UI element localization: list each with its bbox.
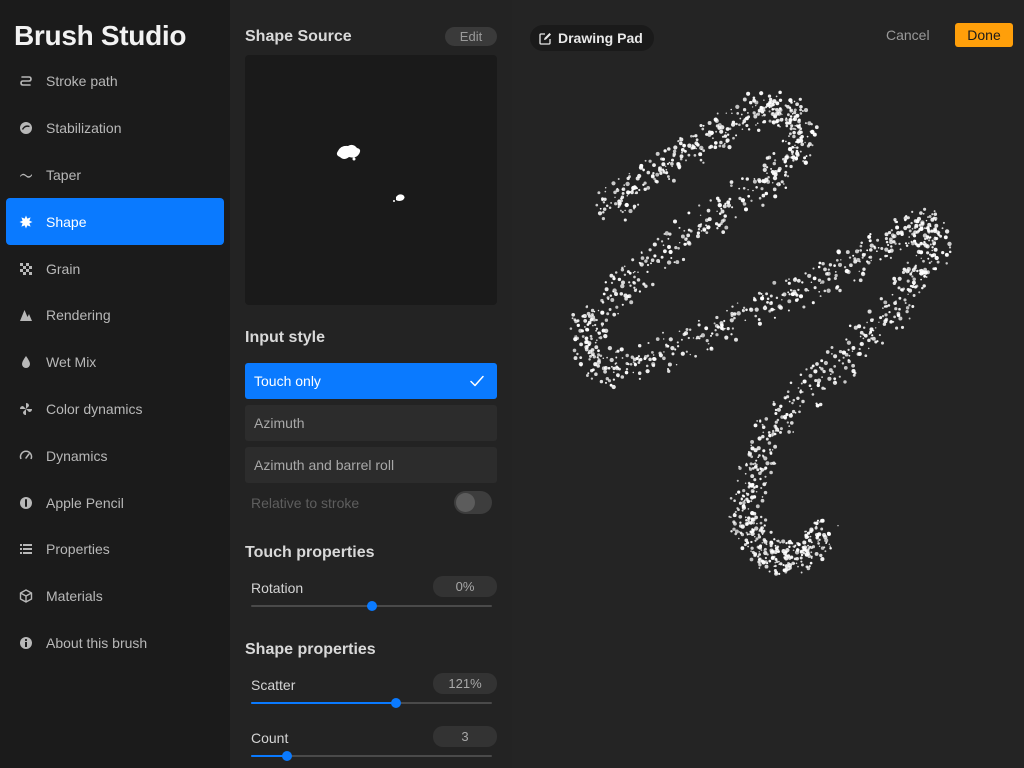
sidebar-item-color-dynamics[interactable]: Color dynamics (6, 386, 224, 433)
sidebar-item-label: Shape (46, 213, 87, 230)
sidebar-item-properties[interactable]: Properties (6, 526, 224, 573)
checkmark-icon (470, 375, 484, 387)
stroke-path-icon (19, 74, 33, 88)
sidebar-item-label: Stabilization (46, 120, 122, 137)
option-label: Azimuth and barrel roll (254, 457, 395, 473)
stabilization-icon (19, 121, 33, 135)
rotation-label: Rotation (251, 580, 304, 596)
apple-pencil-icon (19, 496, 33, 510)
sidebar-item-dynamics[interactable]: Dynamics (6, 432, 224, 479)
sidebar-item-rendering[interactable]: Rendering (6, 292, 224, 339)
shape-source-preview[interactable] (245, 55, 497, 305)
sidebar-item-shape[interactable]: Shape (6, 198, 224, 246)
shape-source-title: Shape Source (245, 28, 352, 45)
drawing-pad-label: Drawing Pad (558, 30, 643, 46)
shape-icon (19, 215, 33, 229)
touch-properties-title: Touch properties (245, 544, 375, 561)
scatter-value[interactable]: 121% (433, 673, 497, 694)
grain-icon (19, 262, 33, 276)
relative-to-stroke-toggle[interactable] (454, 491, 492, 514)
sidebar-item-label: Wet Mix (46, 354, 97, 371)
rendering-icon (19, 308, 33, 322)
sidebar-item-label: About this brush (46, 634, 148, 651)
dynamics-icon (19, 449, 33, 463)
option-label: Azimuth (254, 415, 305, 431)
sidebar-item-label: Dynamics (46, 447, 108, 464)
app-title: Brush Studio (14, 20, 187, 51)
sidebar-item-label: Taper (46, 166, 82, 183)
rotation-value[interactable]: 0% (433, 576, 497, 597)
sidebar-item-stroke-path[interactable]: Stroke path (6, 58, 224, 105)
count-value[interactable]: 3 (433, 726, 497, 747)
color-dynamics-icon (19, 402, 33, 416)
sidebar-item-materials[interactable]: Materials (6, 573, 224, 620)
count-label: Count (251, 730, 289, 746)
edit-button[interactable]: Edit (445, 27, 497, 46)
sidebar-item-about[interactable]: About this brush (6, 620, 224, 667)
sidebar-item-label: Apple Pencil (46, 494, 124, 511)
wet-mix-icon (19, 355, 33, 369)
brush-stroke-preview (569, 90, 952, 576)
input-style-title: Input style (245, 329, 326, 346)
count-slider[interactable] (251, 751, 492, 761)
sidebar-item-label: Color dynamics (46, 400, 143, 417)
shape-settings-panel: Shape Source Edit Input style Touch only… (230, 0, 512, 768)
sidebar-item-grain[interactable]: Grain (6, 245, 224, 292)
sidebar-item-label: Rendering (46, 307, 111, 324)
rotation-slider[interactable] (251, 601, 492, 611)
sidebar-item-taper[interactable]: Taper (6, 152, 224, 199)
sidebar-item-label: Materials (46, 588, 103, 605)
sidebar-nav: Stroke path Stabilization Taper Shape Gr… (6, 58, 224, 666)
slider-thumb[interactable] (390, 698, 401, 708)
sidebar-item-wet-mix[interactable]: Wet Mix (6, 339, 224, 386)
slider-thumb[interactable] (282, 751, 293, 761)
input-option-touch-only[interactable]: Touch only (245, 363, 497, 399)
shape-properties-title: Shape properties (245, 641, 376, 658)
cancel-button[interactable]: Cancel (886, 27, 930, 43)
sidebar-item-apple-pencil[interactable]: Apple Pencil (6, 479, 224, 526)
slider-thumb[interactable] (366, 601, 377, 611)
toggle-knob (456, 493, 475, 512)
slider-fill (251, 702, 396, 704)
edit-icon (539, 32, 551, 45)
materials-icon (19, 589, 33, 603)
sidebar-item-stabilization[interactable]: Stabilization (6, 105, 224, 152)
properties-icon (19, 542, 33, 556)
option-label: Touch only (254, 373, 321, 389)
relative-to-stroke-label: Relative to stroke (251, 495, 360, 511)
drawing-pad-badge[interactable]: Drawing Pad (530, 25, 654, 51)
scatter-slider[interactable] (251, 698, 492, 708)
sidebar-item-label: Stroke path (46, 73, 118, 90)
shape-blob-image (336, 144, 405, 202)
sidebar-item-label: Grain (46, 260, 81, 277)
sidebar: Brush Studio Stroke path Stabilization T… (0, 0, 230, 768)
input-option-azimuth-barrel-roll[interactable]: Azimuth and barrel roll (245, 447, 497, 483)
drawing-pad[interactable]: Drawing Pad Cancel Done (512, 0, 1024, 768)
taper-icon (19, 168, 33, 182)
about-icon (19, 636, 33, 650)
input-option-azimuth[interactable]: Azimuth (245, 405, 497, 441)
scatter-label: Scatter (251, 677, 296, 693)
done-button[interactable]: Done (955, 23, 1013, 47)
sidebar-item-label: Properties (46, 541, 110, 558)
